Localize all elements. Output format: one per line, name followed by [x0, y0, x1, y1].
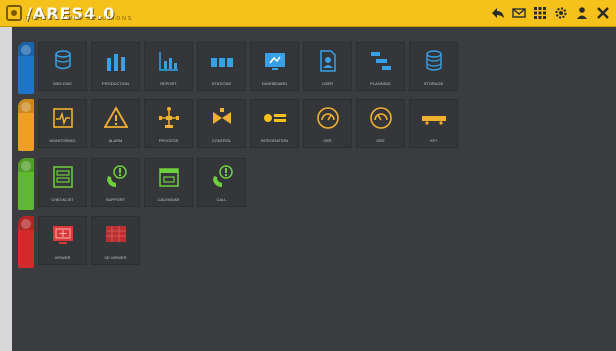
row-tag-orange — [18, 99, 34, 151]
back-icon[interactable] — [491, 6, 505, 20]
gauge-icon — [370, 107, 392, 129]
tile-label: STATIONS — [211, 81, 232, 86]
tile-alarm[interactable]: ALARM — [91, 99, 140, 148]
signal-icon — [53, 108, 73, 128]
tile-planning[interactable]: PLANNING — [356, 42, 405, 91]
module-row-red: VIEWER 3D VIEWER — [18, 216, 144, 268]
tile-label: 3D VIEWER — [104, 255, 127, 260]
tile-label: OEE — [376, 138, 385, 143]
tile-kpi[interactable]: KPI — [409, 99, 458, 148]
topbar-actions — [491, 3, 610, 23]
user-doc-icon — [320, 50, 336, 72]
tile-label: SUPPORT — [105, 197, 126, 202]
tile-label: ALARM — [108, 138, 123, 143]
tile-label: PRODUCTION — [102, 81, 129, 86]
gauge-icon — [317, 107, 339, 129]
tile-label: DASHBOARD — [261, 81, 288, 86]
tile-viewer[interactable]: VIEWER — [38, 216, 87, 265]
tile-label: CALENDAR — [157, 197, 180, 202]
module-row-blue: MES ENG PRODUCTION REPORT STATIONS DASHB… — [18, 42, 462, 94]
tile-dashboard[interactable]: DASHBOARD — [250, 42, 299, 91]
grid-icon[interactable] — [533, 6, 547, 20]
calendar-icon — [159, 168, 179, 187]
tile-label: MES ENG — [53, 81, 72, 86]
phone-alert-icon — [213, 165, 233, 187]
tile-database[interactable]: MES ENG — [38, 42, 87, 91]
tile-checklist[interactable]: CHECKLIST — [38, 158, 87, 207]
tile-bar-chart[interactable]: PRODUCTION — [91, 42, 140, 91]
tile-label: KPI — [430, 138, 437, 143]
tile-label: INTEGRATION — [260, 138, 289, 143]
top-bar: /ARES4.0 DIGITAL TWIN SOLUTIONS — [0, 0, 616, 26]
tile-label: OEE — [323, 138, 332, 143]
row-tag-red — [18, 216, 34, 268]
logo-emblem-icon — [6, 5, 22, 21]
row-tag-green — [18, 158, 34, 210]
tile-label: CONTROL — [211, 138, 232, 143]
storage-icon — [426, 50, 442, 71]
tile-label: CHECKLIST — [51, 197, 74, 202]
tile-calendar[interactable]: CALENDAR — [144, 158, 193, 207]
tile-3d-viewer[interactable]: 3D VIEWER — [91, 216, 140, 265]
valve-icon — [213, 108, 231, 124]
close-icon[interactable] — [596, 6, 610, 20]
tile-support[interactable]: SUPPORT — [91, 158, 140, 207]
brand-logo-icon — [264, 114, 286, 122]
tile-process[interactable]: PROCESS — [144, 99, 193, 148]
mail-icon[interactable] — [512, 6, 526, 20]
phone-alert-icon — [107, 165, 127, 187]
tile-user[interactable]: USER — [303, 42, 352, 91]
module-row-orange: MONITORING ALARM PROCESS CONTROL INTEGRA… — [18, 99, 462, 151]
grid-screen-icon — [106, 226, 126, 242]
tile-storage[interactable]: STORAGE — [409, 42, 458, 91]
user-icon[interactable] — [575, 6, 589, 20]
robot-icon — [159, 107, 179, 128]
tile-chart[interactable]: REPORT — [144, 42, 193, 91]
tile-control[interactable]: CONTROL — [197, 99, 246, 148]
tile-label: VIEWER — [54, 255, 71, 260]
tile-label: MONITORING — [49, 138, 76, 143]
warning-icon — [104, 106, 128, 128]
monitor-icon — [265, 53, 285, 70]
form-icon — [53, 166, 73, 188]
tile-label: REPORT — [160, 81, 177, 86]
tile-label: PROCESS — [158, 138, 179, 143]
chart-icon — [159, 52, 178, 71]
tile-oee-1[interactable]: OEE — [303, 99, 352, 148]
settings-icon[interactable] — [554, 6, 568, 20]
screen-icon — [53, 226, 73, 244]
tile-oee-2[interactable]: OEE — [356, 99, 405, 148]
tile-label: PLANNING — [370, 81, 391, 86]
module-row-green: CHECKLIST SUPPORT CALENDAR CALL — [18, 158, 250, 210]
left-edge-strip — [0, 0, 12, 351]
row-tag-blue — [18, 42, 34, 94]
tile-integration[interactable]: INTEGRATION — [250, 99, 299, 148]
logo-subtitle: DIGITAL TWIN SOLUTIONS — [26, 16, 134, 22]
gantt-icon — [371, 52, 391, 70]
tile-label: STORAGE — [423, 81, 444, 86]
tile-label: USER — [321, 81, 334, 86]
tile-monitoring[interactable]: MONITORING — [38, 99, 87, 148]
train-icon — [422, 116, 446, 125]
database-icon — [55, 50, 71, 70]
bar-chart-icon — [107, 54, 125, 71]
tile-call[interactable]: CALL — [197, 158, 246, 207]
tile-stations[interactable]: STATIONS — [197, 42, 246, 91]
tile-label: CALL — [216, 197, 227, 202]
stations-icon — [211, 58, 233, 67]
